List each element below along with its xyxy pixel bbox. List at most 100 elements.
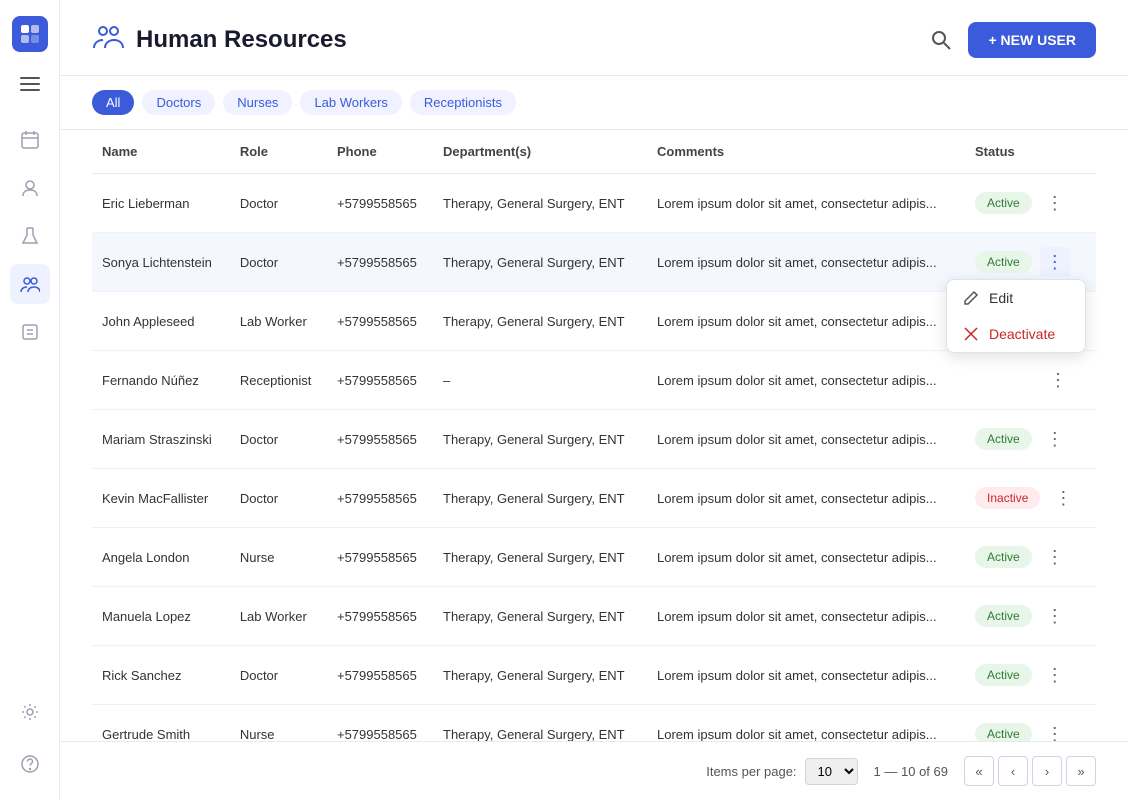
logo-icon — [12, 16, 48, 52]
cell-role: Nurse — [230, 705, 327, 742]
cell-comments: Lorem ipsum dolor sit amet, consectetur … — [647, 233, 965, 292]
hr-icon — [92, 20, 124, 59]
edit-menu-item[interactable]: Edit — [947, 280, 1085, 316]
cell-phone: +5799558565 — [327, 233, 433, 292]
search-button[interactable] — [930, 29, 952, 51]
status-badge: Active — [975, 605, 1032, 627]
cell-name: Mariam Straszinski — [92, 410, 230, 469]
cell-comments: Lorem ipsum dolor sit amet, consectetur … — [647, 587, 965, 646]
cell-phone: +5799558565 — [327, 587, 433, 646]
col-departments: Department(s) — [433, 130, 647, 174]
cell-departments: Therapy, General Surgery, ENT — [433, 410, 647, 469]
sidebar-item-settings[interactable] — [10, 692, 50, 732]
sidebar-item-help[interactable] — [10, 744, 50, 784]
more-options-button[interactable]: ⋮ — [1040, 719, 1070, 741]
cell-phone: +5799558565 — [327, 292, 433, 351]
cell-role: Lab Worker — [230, 292, 327, 351]
cell-status: ⋮ — [965, 351, 1096, 410]
sidebar-item-lab[interactable] — [10, 216, 50, 256]
more-options-button[interactable]: ⋮ — [1040, 542, 1070, 572]
cell-phone: +5799558565 — [327, 351, 433, 410]
cell-role: Doctor — [230, 233, 327, 292]
more-options-button[interactable]: ⋮ — [1043, 365, 1073, 395]
cell-departments: Therapy, General Surgery, ENT — [433, 292, 647, 351]
more-options-button[interactable]: ⋮ — [1040, 424, 1070, 454]
per-page-select[interactable]: 10 25 50 — [805, 758, 858, 785]
status-cell: Active ⋮ — [975, 424, 1086, 454]
cell-phone: +5799558565 — [327, 646, 433, 705]
cell-name: Eric Lieberman — [92, 174, 230, 233]
sidebar-item-menu[interactable] — [10, 64, 50, 104]
cell-comments: Lorem ipsum dolor sit amet, consectetur … — [647, 469, 965, 528]
cell-comments: Lorem ipsum dolor sit amet, consectetur … — [647, 292, 965, 351]
table-container: Name Role Phone Department(s) Comments S… — [60, 130, 1128, 741]
table-row: Mariam Straszinski Doctor +5799558565 Th… — [92, 410, 1096, 469]
col-name: Name — [92, 130, 230, 174]
cell-name: Rick Sanchez — [92, 646, 230, 705]
cell-comments: Lorem ipsum dolor sit amet, consectetur … — [647, 705, 965, 742]
cell-departments: Therapy, General Surgery, ENT — [433, 646, 647, 705]
filter-tab-receptionists[interactable]: Receptionists — [410, 90, 516, 115]
filter-tab-all[interactable]: All — [92, 90, 134, 115]
cell-phone: +5799558565 — [327, 410, 433, 469]
last-page-button[interactable]: » — [1066, 756, 1096, 786]
sidebar-item-hr[interactable] — [10, 264, 50, 304]
sidebar-item-appointments[interactable] — [10, 120, 50, 160]
more-options-button[interactable]: ⋮ — [1040, 247, 1070, 277]
status-badge: Active — [975, 428, 1032, 450]
status-cell: Active ⋮ — [975, 601, 1086, 631]
header: Human Resources + NEW USER — [60, 0, 1128, 76]
sidebar-item-patients[interactable] — [10, 168, 50, 208]
status-badge: Active — [975, 664, 1032, 686]
filter-bar: All Doctors Nurses Lab Workers Reception… — [60, 76, 1128, 130]
sidebar-item-reports[interactable] — [10, 312, 50, 352]
cell-status: Active ⋮ — [965, 528, 1096, 587]
cell-departments: – — [433, 351, 647, 410]
edit-label: Edit — [989, 290, 1013, 306]
table-row: Eric Lieberman Doctor +5799558565 Therap… — [92, 174, 1096, 233]
header-left: Human Resources — [92, 20, 347, 59]
table-row: Kevin MacFallister Doctor +5799558565 Th… — [92, 469, 1096, 528]
col-comments: Comments — [647, 130, 965, 174]
cell-status: Active ⋮ — [965, 646, 1096, 705]
next-page-button[interactable]: › — [1032, 756, 1062, 786]
dropdown-menu: Edit Deactivate — [946, 279, 1086, 353]
table-body: Eric Lieberman Doctor +5799558565 Therap… — [92, 174, 1096, 742]
deactivate-label: Deactivate — [989, 326, 1055, 342]
more-options-button[interactable]: ⋮ — [1040, 660, 1070, 690]
page-title: Human Resources — [136, 26, 347, 54]
filter-tab-lab-workers[interactable]: Lab Workers — [300, 90, 401, 115]
table-row: Rick Sanchez Doctor +5799558565 Therapy,… — [92, 646, 1096, 705]
items-per-page-label: Items per page: — [706, 764, 796, 779]
status-cell: Active ⋮ Edit — [975, 247, 1086, 277]
col-status: Status — [965, 130, 1096, 174]
table-row: Manuela Lopez Lab Worker +5799558565 The… — [92, 587, 1096, 646]
status-cell: Active ⋮ — [975, 542, 1086, 572]
cell-phone: +5799558565 — [327, 705, 433, 742]
status-cell: Active ⋮ — [975, 188, 1086, 218]
cell-name: Fernando Núñez — [92, 351, 230, 410]
status-badge: Active — [975, 251, 1032, 273]
cell-comments: Lorem ipsum dolor sit amet, consectetur … — [647, 351, 965, 410]
new-user-button[interactable]: + NEW USER — [968, 22, 1096, 58]
cell-role: Doctor — [230, 469, 327, 528]
more-options-button[interactable]: ⋮ — [1040, 601, 1070, 631]
cell-departments: Therapy, General Surgery, ENT — [433, 233, 647, 292]
cell-comments: Lorem ipsum dolor sit amet, consectetur … — [647, 410, 965, 469]
cell-name: Manuela Lopez — [92, 587, 230, 646]
more-options-button[interactable]: ⋮ — [1048, 483, 1078, 513]
cell-phone: +5799558565 — [327, 174, 433, 233]
cell-status: Active ⋮ — [965, 174, 1096, 233]
cell-role: Doctor — [230, 174, 327, 233]
first-page-button[interactable]: « — [964, 756, 994, 786]
prev-page-button[interactable]: ‹ — [998, 756, 1028, 786]
filter-tab-nurses[interactable]: Nurses — [223, 90, 292, 115]
col-phone: Phone — [327, 130, 433, 174]
cell-comments: Lorem ipsum dolor sit amet, consectetur … — [647, 174, 965, 233]
filter-tab-doctors[interactable]: Doctors — [142, 90, 215, 115]
deactivate-menu-item[interactable]: Deactivate — [947, 316, 1085, 352]
table-row: Gertrude Smith Nurse +5799558565 Therapy… — [92, 705, 1096, 742]
more-options-button[interactable]: ⋮ — [1040, 188, 1070, 218]
cell-status: Active ⋮ Edit — [965, 233, 1096, 292]
cell-phone: +5799558565 — [327, 528, 433, 587]
